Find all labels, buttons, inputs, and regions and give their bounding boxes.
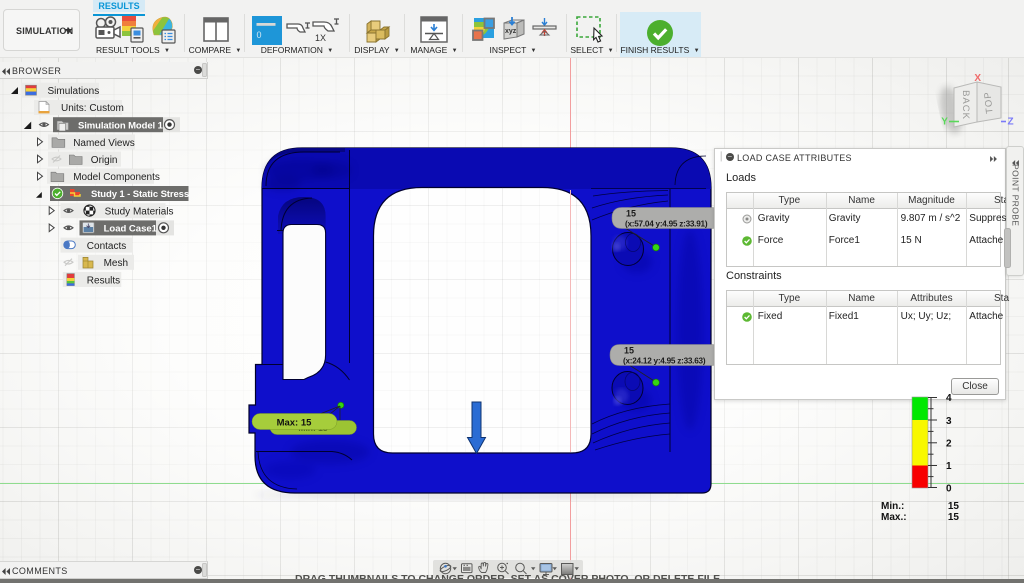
svg-text:3: 3 <box>946 416 952 427</box>
svg-text:15: 15 <box>624 346 634 356</box>
svg-text:Origin: Origin <box>91 155 118 166</box>
svg-text:Units: Custom: Units: Custom <box>61 103 124 114</box>
svg-text:Simulation Model 1: Simulation Model 1 <box>78 120 164 131</box>
svg-text:xyz: xyz <box>505 28 517 35</box>
svg-text:0: 0 <box>946 484 952 495</box>
svg-text:0: 0 <box>257 30 262 40</box>
svg-text:(x:24.12 y:4.95 z:33.63): (x:24.12 y:4.95 z:33.63) <box>623 357 706 366</box>
svg-text:Model Components: Model Components <box>73 172 160 183</box>
svg-text:Contacts: Contacts <box>87 241 126 252</box>
svg-text:(x:57.04 y:4.95 z:33.91): (x:57.04 y:4.95 z:33.91) <box>625 220 708 229</box>
svg-text:Simulations: Simulations <box>48 86 100 97</box>
svg-text:Load Case1: Load Case1 <box>104 224 158 235</box>
svg-text:TOP: TOP <box>982 91 995 114</box>
svg-text:15: 15 <box>626 209 636 219</box>
svg-text:Results: Results <box>87 275 120 286</box>
svg-text:Max.:: Max.: <box>881 512 907 523</box>
svg-text:Study 1 - Static Stress: Study 1 - Static Stress <box>91 189 189 200</box>
svg-text:15: 15 <box>948 501 960 512</box>
svg-text:1: 1 <box>946 461 952 472</box>
svg-text:1X: 1X <box>315 33 326 42</box>
svg-text:Study Materials: Study Materials <box>105 207 174 218</box>
svg-text:4: 4 <box>946 393 952 404</box>
svg-text:X: X <box>974 73 981 84</box>
svg-text:Max: 15: Max: 15 <box>277 418 313 429</box>
svg-text:Named Views: Named Views <box>73 138 135 149</box>
svg-text:Z: Z <box>1007 117 1013 128</box>
svg-text:15: 15 <box>948 512 960 523</box>
svg-text:2: 2 <box>946 439 952 450</box>
svg-text:Mesh: Mesh <box>104 258 128 269</box>
svg-text:Y: Y <box>941 117 948 128</box>
svg-text:Min.:: Min.: <box>881 501 904 512</box>
svg-text:BACK: BACK <box>960 90 971 120</box>
